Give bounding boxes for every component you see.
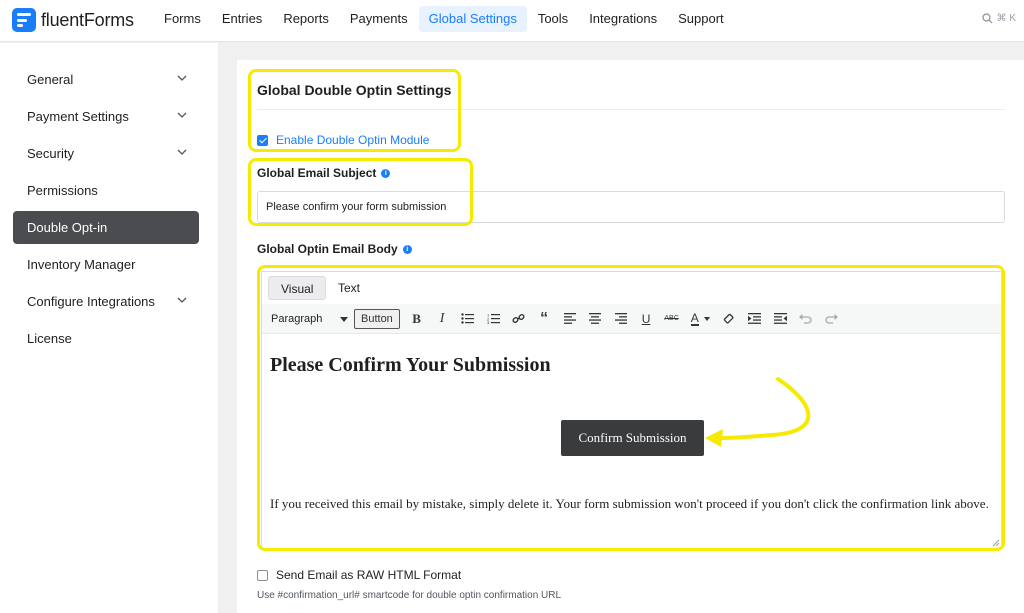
sidebar-item-label: Security xyxy=(27,146,74,161)
sidebar-item-label: Double Opt-in xyxy=(27,220,108,235)
search-shortcut[interactable]: ⌘ K xyxy=(981,13,1016,24)
settings-panel: Global Double Optin Settings Enable Doub… xyxy=(237,60,1024,613)
chevron-down-icon xyxy=(177,149,187,155)
sidebar-item-license[interactable]: License xyxy=(13,322,199,355)
sidebar-item-inventory-manager[interactable]: Inventory Manager xyxy=(13,248,199,281)
sidebar-item-label: General xyxy=(27,72,74,87)
nav-item-forms[interactable]: Forms xyxy=(154,6,211,32)
nav-item-payments[interactable]: Payments xyxy=(340,6,418,32)
sidebar-item-label: Configure Integrations xyxy=(27,294,155,309)
top-bar: fluentForms Forms Entries Reports Paymen… xyxy=(0,0,1024,42)
chevron-down-icon xyxy=(177,75,187,81)
chevron-down-icon xyxy=(177,297,187,303)
main-nav: Forms Entries Reports Payments Global Se… xyxy=(154,6,735,32)
sidebar-item-double-opt-in[interactable]: Double Opt-in xyxy=(13,211,199,244)
fluentforms-logo-icon xyxy=(12,8,36,32)
sidebar-item-permissions[interactable]: Permissions xyxy=(13,174,199,207)
nav-item-tools[interactable]: Tools xyxy=(528,6,578,32)
nav-item-reports[interactable]: Reports xyxy=(273,6,339,32)
annotation-arrow-icon xyxy=(705,377,811,447)
brand-name: fluentForms xyxy=(41,9,134,30)
sidebar-item-general[interactable]: General xyxy=(13,63,199,96)
search-shortcut-label: ⌘ K xyxy=(996,13,1016,24)
sidebar-item-configure-integrations[interactable]: Configure Integrations xyxy=(13,285,199,318)
sidebar-item-label: Inventory Manager xyxy=(27,257,136,272)
settings-sidebar: General Payment Settings Security Permis… xyxy=(0,43,218,613)
nav-item-integrations[interactable]: Integrations xyxy=(579,6,667,32)
nav-item-global-settings[interactable]: Global Settings xyxy=(418,6,527,32)
search-icon xyxy=(981,13,992,24)
sidebar-item-label: License xyxy=(27,331,72,346)
nav-item-support[interactable]: Support xyxy=(668,6,734,32)
sidebar-item-label: Permissions xyxy=(27,183,98,198)
sidebar-item-label: Payment Settings xyxy=(27,109,129,124)
sidebar-item-payment-settings[interactable]: Payment Settings xyxy=(13,100,199,133)
chevron-down-icon xyxy=(177,112,187,118)
nav-item-entries[interactable]: Entries xyxy=(212,6,272,32)
brand-logo[interactable]: fluentForms xyxy=(12,8,134,32)
sidebar-item-security[interactable]: Security xyxy=(13,137,199,170)
